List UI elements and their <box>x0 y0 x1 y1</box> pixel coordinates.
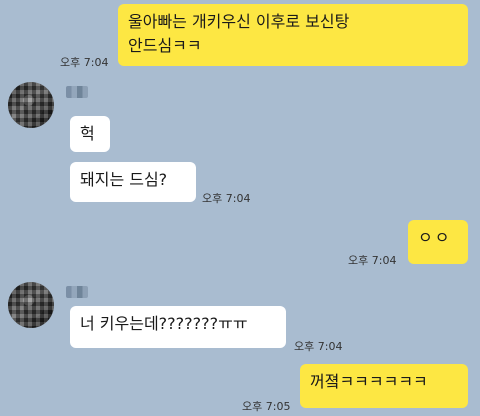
blurred-avatar-overlay <box>8 282 54 328</box>
friend-message-bubble[interactable]: 헉 <box>70 116 110 152</box>
friend-avatar[interactable] <box>8 82 54 128</box>
message-time: 오후 7:04 <box>60 56 109 69</box>
my-message-bubble[interactable]: 꺼졐ㅋㅋㅋㅋㅋㅋ <box>300 364 468 408</box>
message-time: 오후 7:04 <box>202 192 251 205</box>
message-time: 오후 7:04 <box>294 340 343 353</box>
friend-avatar[interactable] <box>8 282 54 328</box>
friend-name-blurred <box>66 86 88 98</box>
my-message-bubble[interactable]: ㅇㅇ <box>408 220 468 264</box>
blurred-avatar-overlay <box>8 82 54 128</box>
friend-name-blurred <box>66 286 88 298</box>
friend-message-bubble[interactable]: 돼지는 드심? <box>70 162 196 202</box>
message-time: 오후 7:05 <box>242 400 291 413</box>
message-time: 오후 7:04 <box>348 254 397 267</box>
my-message-bubble[interactable]: 울아빠는 개키우신 이후로 보신탕 안드심ㅋㅋ <box>118 4 468 66</box>
friend-message-bubble[interactable]: 너 키우는데???????ㅠㅠ <box>70 306 286 348</box>
